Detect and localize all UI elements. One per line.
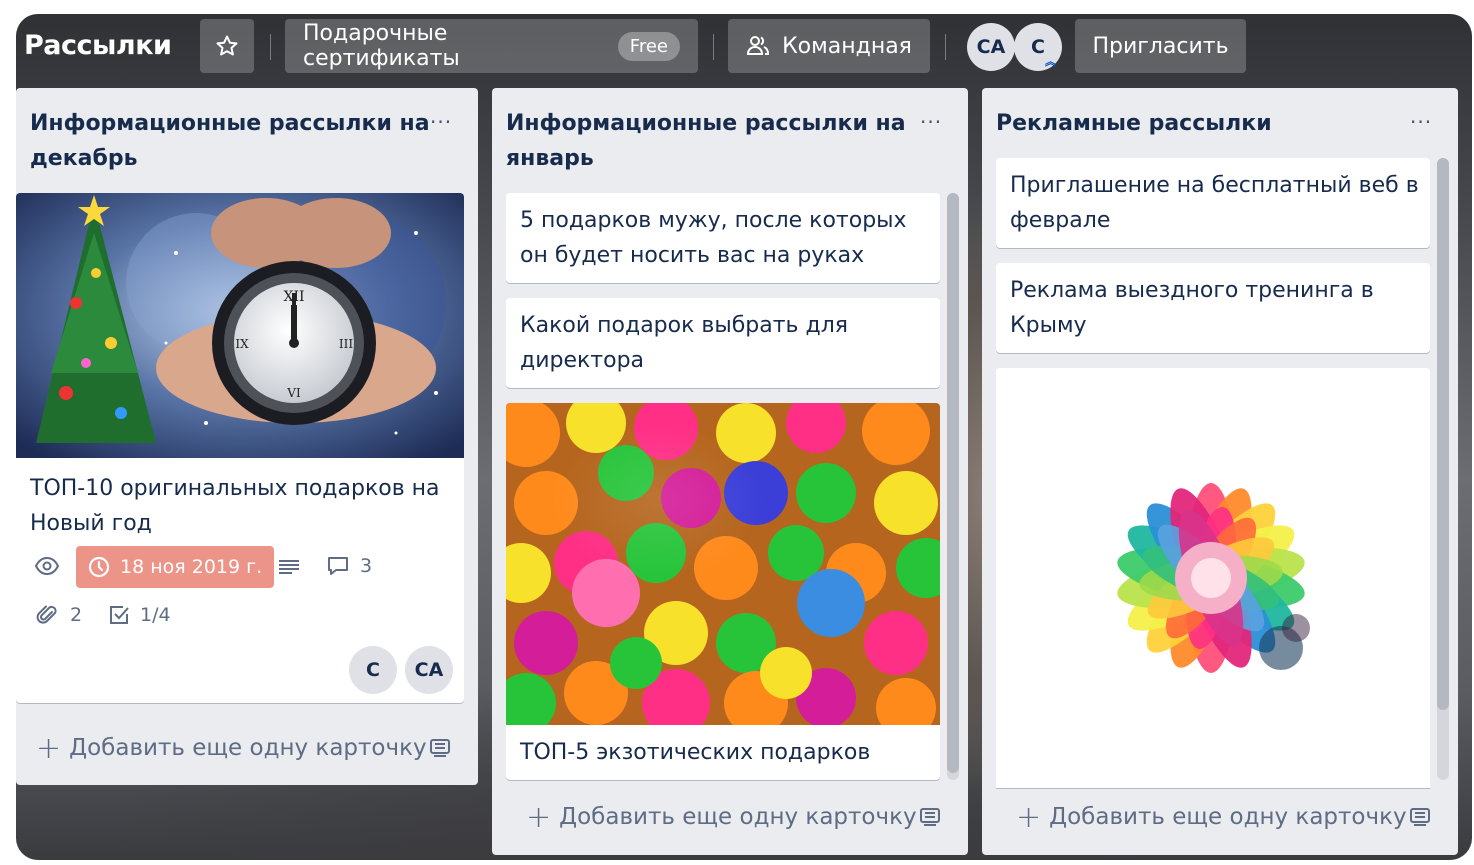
list-card[interactable]: XII III VI IX ТОП-10 оригинальных подарк… bbox=[16, 193, 464, 703]
card-title-line: 5 подарков мужу, после которых bbox=[520, 208, 907, 233]
header-divider bbox=[713, 34, 714, 60]
plus-icon: + bbox=[526, 799, 552, 835]
list-card[interactable]: Приглашение на бесплатный веб в феврале bbox=[996, 158, 1430, 248]
due-date-text: 18 ноя 2019 г. bbox=[120, 556, 263, 578]
list-menu-button[interactable]: ··· bbox=[920, 110, 942, 134]
plus-icon: + bbox=[36, 730, 62, 766]
card-title: Реклама выездного тренинга в Крыму bbox=[1010, 273, 1374, 343]
list-scrollbar-thumb[interactable] bbox=[1437, 158, 1449, 710]
description-icon bbox=[279, 560, 299, 574]
colorful-balls-image bbox=[506, 403, 940, 725]
board: Рассылки Подарочные сертификаты Free Ком… bbox=[16, 14, 1472, 860]
list-menu-button[interactable]: ··· bbox=[430, 110, 452, 134]
list-card[interactable]: 5 подарков мужу, после которых он будет … bbox=[506, 193, 940, 283]
list-card[interactable] bbox=[996, 368, 1430, 788]
card-member-avatar[interactable]: СА bbox=[405, 646, 453, 694]
visibility-button[interactable]: Командная bbox=[728, 19, 930, 73]
list-title-line: Информационные рассылки на bbox=[30, 111, 430, 136]
admin-chevron-icon: ︽ bbox=[1045, 55, 1056, 68]
list-card[interactable]: Реклама выездного тренинга в Крыму bbox=[996, 263, 1430, 353]
card-title-line: Крыму bbox=[1010, 313, 1087, 338]
rainbow-flower-image bbox=[996, 368, 1430, 788]
board-title[interactable]: Рассылки bbox=[24, 30, 172, 61]
card-title-line: директора bbox=[520, 348, 645, 373]
paperclip-icon bbox=[36, 605, 57, 624]
card-template-icon[interactable] bbox=[429, 738, 451, 758]
card-title: ТОП-5 экзотических подарков bbox=[520, 740, 871, 765]
list-scrollbar[interactable] bbox=[1437, 158, 1449, 780]
visibility-label: Командная bbox=[782, 33, 912, 59]
invite-button[interactable]: Пригласить bbox=[1075, 19, 1246, 73]
clock-icon bbox=[88, 556, 110, 578]
star-button[interactable] bbox=[200, 19, 254, 73]
card-member-avatar[interactable]: С bbox=[349, 646, 397, 694]
card-title-line: он будет носить вас на руках bbox=[520, 243, 865, 268]
team-label: Подарочные сертификаты bbox=[303, 21, 460, 71]
list-card[interactable]: ТОП-5 экзотических подарков bbox=[506, 403, 940, 780]
plus-icon: + bbox=[1016, 799, 1042, 835]
add-card-label: Добавить еще одну карточку bbox=[69, 735, 427, 761]
attachments-count: 2 bbox=[70, 604, 83, 626]
member-avatar-admin[interactable]: С ︽ bbox=[1014, 23, 1062, 71]
due-date-badge[interactable]: 18 ноя 2019 г. bbox=[76, 546, 275, 588]
card-title-line: Приглашение на бесплатный веб в bbox=[1010, 173, 1419, 198]
add-card-label: Добавить еще одну карточку bbox=[1049, 804, 1407, 830]
watch-eye-icon bbox=[34, 556, 60, 576]
card-template-icon[interactable] bbox=[919, 807, 941, 827]
checklist-icon bbox=[110, 606, 129, 624]
list-january: Информационные рассылки на январь ··· 5 … bbox=[492, 88, 968, 855]
card-title-line: Какой подарок выбрать для bbox=[520, 313, 849, 338]
attachments-badge: 2 bbox=[36, 604, 82, 626]
comments-count: 3 bbox=[360, 555, 373, 577]
list-title-line: Информационные рассылки на bbox=[506, 111, 906, 136]
svg-text:IX: IX bbox=[235, 337, 249, 351]
list-scrollbar-thumb[interactable] bbox=[947, 193, 959, 773]
card-title: 5 подарков мужу, после которых он будет … bbox=[520, 203, 907, 273]
header-divider bbox=[945, 34, 946, 60]
list-december: Информационные рассылки на декабрь ··· X… bbox=[16, 88, 478, 785]
list-scrollbar[interactable] bbox=[947, 193, 959, 780]
svg-text:VI: VI bbox=[286, 386, 301, 400]
list-title[interactable]: Рекламные рассылки bbox=[996, 106, 1272, 141]
list-title-line: Рекламные рассылки bbox=[996, 111, 1272, 136]
list-title[interactable]: Информационные рассылки на январь bbox=[506, 106, 906, 176]
board-header: Рассылки Подарочные сертификаты Free Ком… bbox=[16, 14, 1472, 84]
add-card-button[interactable]: + Добавить еще одну карточку bbox=[36, 728, 427, 768]
add-card-button[interactable]: + Добавить еще одну карточку bbox=[1016, 797, 1407, 837]
card-title-line: Реклама выездного тренинга в bbox=[1010, 278, 1374, 303]
card-title: ТОП-10 оригинальных подарков на Новый го… bbox=[30, 471, 440, 541]
comment-icon bbox=[328, 557, 348, 575]
star-icon bbox=[216, 35, 238, 56]
card-title-line: Новый год bbox=[30, 511, 152, 536]
card-title: Какой подарок выбрать для директора bbox=[520, 308, 848, 378]
svg-text:XII: XII bbox=[283, 289, 304, 305]
svg-text:III: III bbox=[339, 337, 353, 351]
card-title-line: феврале bbox=[1010, 208, 1111, 233]
new-year-clock-image: XII III VI IX bbox=[16, 193, 464, 458]
plan-badge: Free bbox=[617, 31, 680, 61]
add-card-button[interactable]: + Добавить еще одну карточку bbox=[526, 797, 917, 837]
comments-badge: 3 bbox=[326, 555, 372, 577]
list-card[interactable]: Какой подарок выбрать для директора bbox=[506, 298, 940, 388]
add-card-label: Добавить еще одну карточку bbox=[559, 804, 917, 830]
header-divider bbox=[270, 34, 271, 60]
list-title[interactable]: Информационные рассылки на декабрь bbox=[30, 106, 430, 176]
member-avatar[interactable]: СА bbox=[967, 23, 1015, 71]
team-button[interactable]: Подарочные сертификаты Free bbox=[285, 19, 698, 73]
list-menu-button[interactable]: ··· bbox=[1410, 110, 1432, 134]
team-visibility-icon bbox=[747, 36, 770, 55]
checklist-badge: 1/4 bbox=[108, 604, 171, 626]
checklist-progress: 1/4 bbox=[140, 604, 171, 626]
list-title-line: декабрь bbox=[30, 146, 138, 171]
list-title-line: январь bbox=[506, 146, 594, 171]
member-initials: С bbox=[1031, 36, 1045, 58]
card-title: Приглашение на бесплатный веб в феврале bbox=[1010, 168, 1419, 238]
card-title-line: ТОП-10 оригинальных подарков на bbox=[30, 476, 440, 501]
list-advertising: Рекламные рассылки ··· Приглашение на бе… bbox=[982, 88, 1458, 855]
card-template-icon[interactable] bbox=[1409, 807, 1431, 827]
